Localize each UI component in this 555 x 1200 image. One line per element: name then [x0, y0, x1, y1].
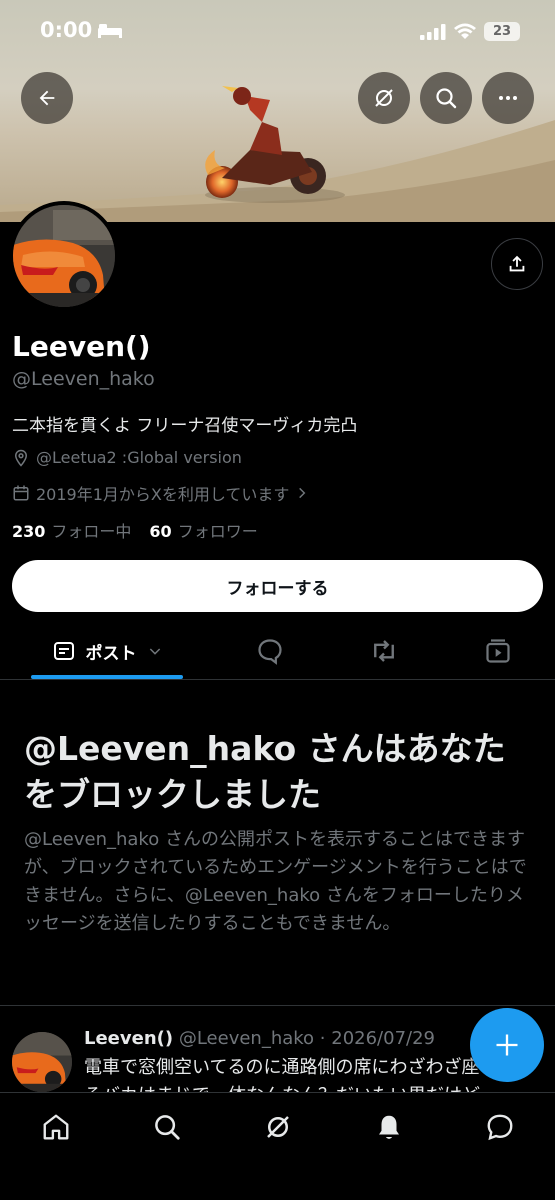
search-icon	[436, 88, 457, 109]
post-icon	[53, 642, 74, 660]
location-pin-icon	[14, 449, 28, 467]
replies-icon	[258, 639, 282, 665]
chevron-down-icon	[149, 648, 160, 655]
followers-label: フォロワー	[177, 522, 258, 541]
block-notice-description: @Leeven_hako さんの公開ポストを表示することはできますが、ブロックさ…	[24, 829, 527, 934]
post-avatar[interactable]	[12, 1032, 72, 1092]
profile-location: @Leetua2 :Global version	[12, 448, 242, 467]
joined-text: 2019年1月からXを利用しています	[36, 485, 290, 504]
repost-icon	[374, 640, 394, 662]
following-label: フォロー中	[51, 522, 132, 541]
post-text[interactable]: 電車で窓側空いてるのに通路側の席にわざわざ座 るバカはまじで一体なんなん？だいた…	[84, 1054, 524, 1094]
chevron-right-icon	[299, 487, 306, 499]
post-avatar-car-image	[12, 1032, 72, 1092]
following-count: 230	[12, 522, 46, 541]
cellular-signal-icon	[420, 24, 446, 40]
search-button[interactable]	[420, 72, 472, 124]
media-icon	[486, 639, 510, 663]
profile-avatar[interactable]	[9, 201, 119, 311]
wifi-icon	[454, 23, 476, 39]
followers-link[interactable]: 60 フォロワー	[149, 518, 257, 542]
post-header: Leeven() @Leeven_hako · 2026/07/29	[84, 1028, 435, 1049]
grok-icon	[375, 89, 393, 107]
nav-search[interactable]	[147, 1107, 187, 1147]
share-button[interactable]	[491, 238, 543, 290]
share-icon	[509, 255, 525, 272]
active-tab-indicator	[31, 675, 183, 679]
grok-icon	[267, 1116, 289, 1138]
post-handle-date: @Leeven_hako · 2026/07/29	[178, 1028, 435, 1049]
notifications-icon	[379, 1115, 399, 1139]
nav-notifications[interactable]	[369, 1107, 409, 1147]
status-time: 0:00	[40, 18, 93, 42]
nav-messages[interactable]	[480, 1107, 520, 1147]
grok-button[interactable]	[358, 72, 410, 124]
tab-reposts[interactable]	[359, 622, 409, 680]
nav-grok[interactable]	[258, 1107, 298, 1147]
display-name: Leeven()	[12, 330, 151, 363]
home-icon	[43, 1114, 69, 1140]
followers-count: 60	[149, 522, 172, 541]
calendar-icon	[13, 485, 29, 501]
more-dots-icon	[499, 96, 517, 100]
messages-icon	[487, 1114, 513, 1141]
arrow-left-icon	[39, 90, 55, 106]
back-button[interactable]	[21, 72, 73, 124]
tab-replies[interactable]	[245, 622, 295, 680]
tab-media[interactable]	[473, 622, 523, 680]
follow-counts: 230 フォロー中 60 フォロワー	[12, 518, 258, 542]
following-link[interactable]: 230 フォロー中	[12, 518, 131, 542]
profile-handle: @Leeven_hako	[12, 368, 155, 390]
profile-joined[interactable]: 2019年1月からXを利用しています	[12, 481, 309, 505]
location-text[interactable]: @Leetua2 :Global version	[36, 448, 242, 467]
tab-posts[interactable]: ポスト	[31, 622, 183, 680]
post-author-name[interactable]: Leeven()	[84, 1028, 173, 1049]
compose-post-button[interactable]	[470, 1008, 544, 1082]
profile-tabs: ポスト	[0, 622, 555, 680]
follow-button[interactable]: フォローする	[12, 560, 543, 612]
tab-posts-label: ポスト	[85, 643, 137, 664]
battery-indicator: 23	[484, 22, 520, 41]
post-text-line-1: 電車で窓側空いてるのに通路側の席にわざわざ座	[84, 1057, 480, 1078]
more-button[interactable]	[482, 72, 534, 124]
plus-icon	[496, 1034, 518, 1056]
profile-bio: 二本指を貫くよ フリーナ召使マーヴィカ完凸	[12, 416, 358, 436]
avatar-car-image	[13, 205, 115, 307]
search-icon	[155, 1115, 180, 1140]
divider	[0, 1005, 555, 1006]
block-notice-title: @Leeven_hako さんはあなたをブロックしました	[24, 729, 506, 814]
sleep-focus-icon	[98, 24, 122, 38]
bottom-navigation	[0, 1092, 555, 1200]
nav-home[interactable]	[36, 1107, 76, 1147]
status-bar: 0:00 23	[0, 0, 555, 62]
